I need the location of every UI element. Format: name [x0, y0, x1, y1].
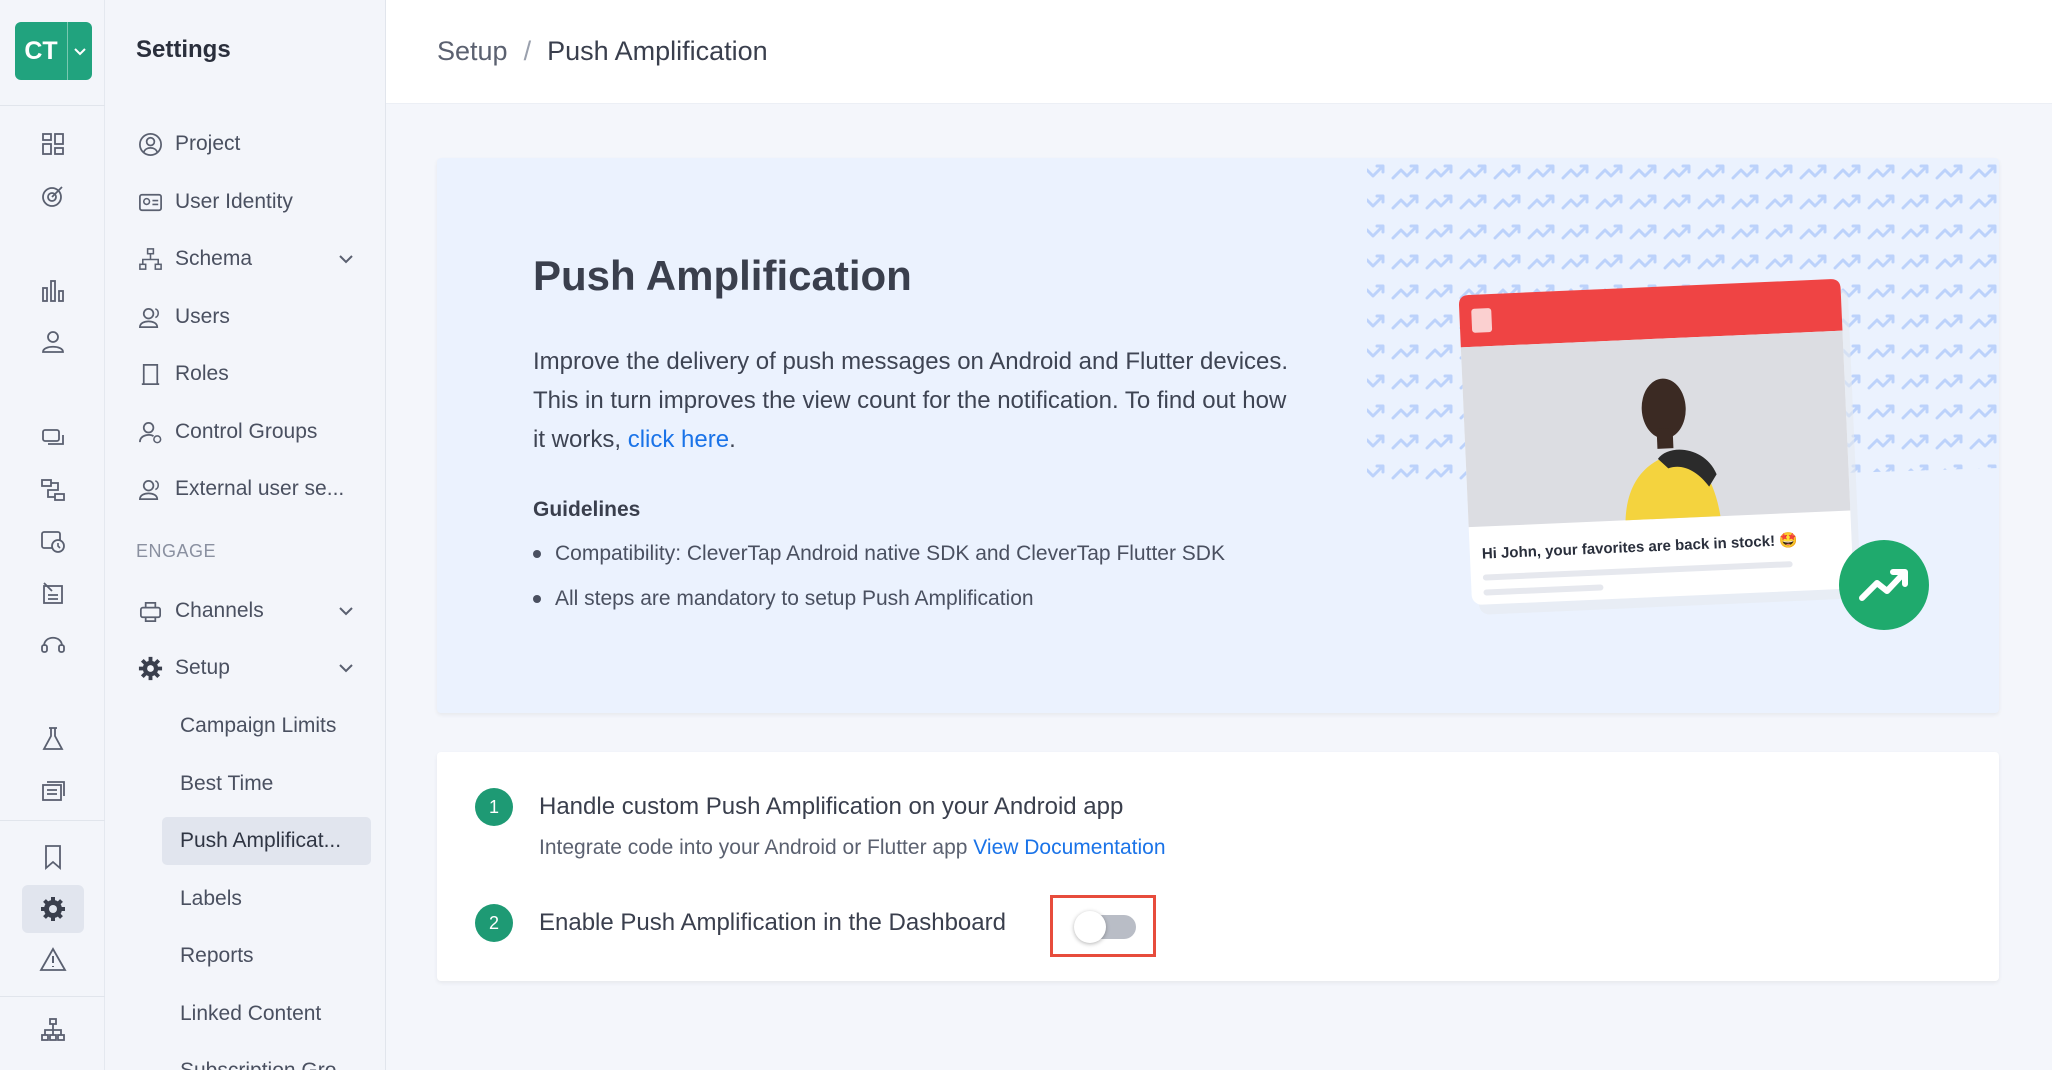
sidebar-item-user-identity[interactable]: User Identity [125, 178, 370, 226]
push-notification-illustration: Hi John, your favorites are back in stoc… [1367, 158, 1999, 630]
sidebar-item-labels[interactable]: Labels [162, 875, 371, 923]
sidebar-item-users[interactable]: Users [125, 293, 370, 341]
sidebar-title: Settings [136, 36, 231, 63]
sidebar-item-label: Schema [175, 247, 253, 270]
guideline-text: Compatibility: CleverTap Android native … [555, 542, 1225, 565]
org-hierarchy-icon[interactable] [22, 1006, 84, 1054]
guideline-text: All steps are mandatory to setup Push Am… [555, 587, 1034, 610]
sidebar-item-label: Campaign Limits [180, 714, 337, 737]
guideline-item: Compatibility: CleverTap Android native … [533, 542, 1225, 566]
icon-rail: CT [0, 0, 105, 1070]
schedule-icon[interactable] [22, 517, 84, 565]
journeys-icon[interactable] [22, 466, 84, 514]
user-gear-icon [135, 417, 165, 447]
support-headset-icon[interactable] [22, 620, 84, 668]
messages-icon[interactable] [22, 414, 84, 462]
hero-description: Improve the delivery of push messages on… [533, 342, 1293, 459]
gear-icon [135, 653, 165, 683]
hero-card: Push Amplification Improve the delivery … [437, 158, 1999, 713]
sidebar-item-label: Roles [175, 362, 229, 385]
segments-users-icon[interactable] [22, 318, 84, 366]
steps-card: 1 Handle custom Push Amplification on yo… [437, 752, 1999, 981]
sidebar-item-label: Users [175, 305, 230, 328]
settings-sidebar: Settings Project User Identity Schema Us… [105, 0, 386, 1070]
hierarchy-icon [135, 244, 165, 274]
sidebar-item-external-user[interactable]: External user se... [125, 465, 370, 513]
bookmark-icon[interactable] [22, 833, 84, 881]
chevron-down-icon [336, 601, 360, 621]
step-title: Enable Push Amplification in the Dashboa… [539, 909, 1006, 936]
sidebar-item-roles[interactable]: Roles [125, 350, 370, 398]
user-circle-icon [135, 129, 165, 159]
sidebar-item-label: User Identity [175, 190, 293, 213]
hero-title: Push Amplification [533, 252, 912, 299]
view-documentation-link[interactable]: View Documentation [973, 836, 1165, 859]
id-card-icon [135, 187, 165, 217]
sidebar-item-control-groups[interactable]: Control Groups [125, 408, 370, 456]
enable-push-amplification-toggle[interactable] [1074, 911, 1136, 943]
click-here-link[interactable]: click here [628, 426, 729, 453]
sidebar-item-label: Reports [180, 944, 254, 967]
sidebar-item-schema[interactable]: Schema [125, 235, 370, 283]
settings-gear-icon[interactable] [22, 885, 84, 933]
app-root: CT Settings Project User Identity Schema… [0, 0, 2052, 1070]
catalog-icon[interactable] [22, 569, 84, 617]
dashboard-icon[interactable] [22, 120, 84, 168]
sidebar-item-label: Labels [180, 887, 242, 910]
page-header: Setup / Push Amplification [386, 0, 2052, 104]
sidebar-item-label: Setup [175, 656, 230, 679]
guideline-item: All steps are mandatory to setup Push Am… [533, 587, 1034, 611]
rail-divider [0, 996, 105, 997]
channels-icon [135, 596, 165, 626]
breadcrumb-setup[interactable]: Setup [437, 36, 508, 67]
project-switcher[interactable]: CT [15, 22, 92, 80]
bullet-icon [533, 595, 541, 603]
logo-text: CT [24, 36, 58, 65]
breadcrumb-current: Push Amplification [547, 36, 768, 66]
sidebar-item-subscription-groups[interactable]: Subscription Gro... [162, 1047, 371, 1070]
sidebar-item-label: Linked Content [180, 1002, 322, 1025]
hero-description-suffix: . [729, 426, 736, 453]
users-icon [135, 302, 165, 332]
analytics-target-icon[interactable] [22, 172, 84, 220]
guidelines-title: Guidelines [533, 498, 641, 521]
step-number-badge: 2 [475, 904, 513, 942]
sidebar-item-channels[interactable]: Channels [125, 587, 370, 635]
sidebar-item-reports[interactable]: Reports [162, 932, 371, 980]
sidebar-item-label: Control Groups [175, 420, 318, 443]
sidebar-item-project[interactable]: Project [125, 120, 370, 168]
toggle-knob [1074, 911, 1106, 943]
sidebar-item-linked-content[interactable]: Linked Content [162, 990, 371, 1038]
sidebar-item-campaign-limits[interactable]: Campaign Limits [162, 702, 371, 750]
users-external-icon [135, 474, 165, 504]
sidebar-item-label: Project [175, 132, 241, 155]
section-label-engage: ENGAGE [136, 541, 217, 561]
rail-divider [0, 820, 105, 821]
step-description: Integrate code into your Android or Flut… [539, 836, 1166, 860]
sidebar-item-label: Best Time [180, 772, 274, 795]
sidebar-item-push-amplification[interactable]: Push Amplificat... [162, 817, 371, 865]
lab-flask-icon[interactable] [22, 715, 84, 763]
sidebar-item-setup[interactable]: Setup [125, 644, 370, 692]
billing-icon[interactable] [22, 767, 84, 815]
chevron-down-icon [67, 22, 92, 80]
step-title: Handle custom Push Amplification on your… [539, 793, 1124, 820]
sidebar-item-label: Push Amplificat... [180, 829, 342, 852]
chevron-down-icon [336, 658, 360, 678]
sidebar-item-label: Subscription Gro... [180, 1059, 371, 1070]
step-number-badge: 1 [475, 788, 513, 826]
chevron-down-icon [336, 249, 360, 269]
scroll-icon [135, 359, 165, 389]
toggle-highlight [1050, 895, 1156, 957]
sidebar-item-best-time[interactable]: Best Time [162, 760, 371, 808]
rail-divider [0, 105, 105, 106]
bullet-icon [533, 550, 541, 558]
warning-icon[interactable] [22, 936, 84, 984]
breadcrumb-separator: / [523, 36, 532, 66]
sidebar-item-label: Channels [175, 599, 264, 622]
bar-chart-icon[interactable] [22, 267, 84, 315]
sidebar-item-label: External user se... [175, 477, 345, 500]
step-description-text: Integrate code into your Android or Flut… [539, 836, 968, 859]
